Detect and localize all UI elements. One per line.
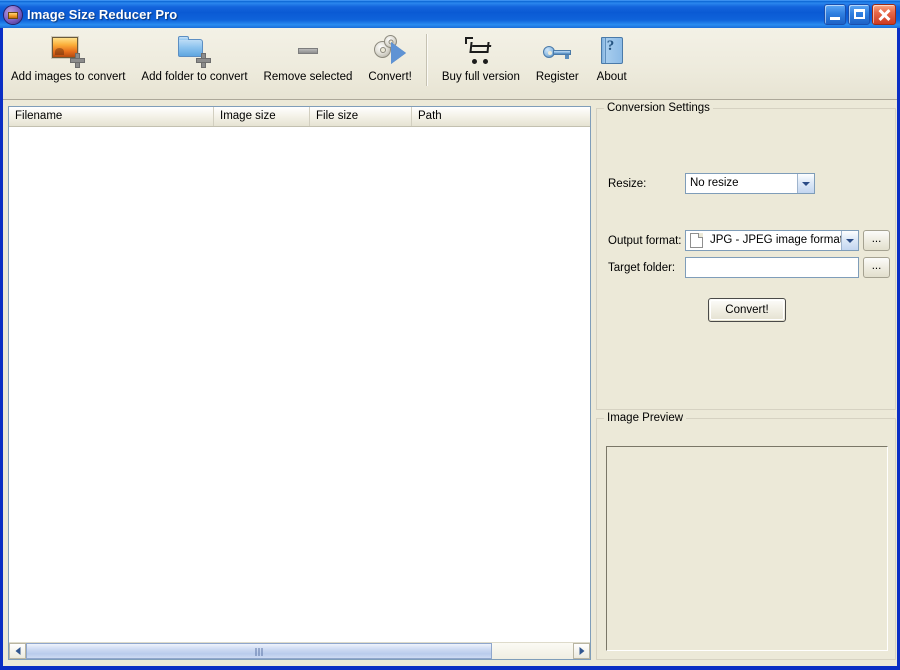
maximize-icon [849, 5, 869, 24]
column-header-file-size[interactable]: File size [310, 107, 412, 126]
client-area: Add images to convert Add folder to conv… [3, 28, 897, 666]
image-preview-group: Image Preview [596, 412, 896, 660]
toolbar-label-register: Register [535, 71, 579, 83]
toolbar-label-add-images: Add images to convert [11, 71, 126, 83]
image-preview-title: Image Preview [604, 412, 687, 425]
output-format-label: Output format: [608, 235, 682, 247]
help-book-icon: ? [595, 34, 629, 68]
file-list-body[interactable] [9, 127, 590, 642]
main-toolbar: Add images to convert Add folder to conv… [3, 28, 897, 100]
chevron-down-icon[interactable] [797, 174, 814, 193]
file-list-panel[interactable]: Filename Image size File size Path [8, 106, 591, 660]
resize-label: Resize: [608, 178, 647, 190]
file-list-horizontal-scrollbar[interactable] [9, 642, 590, 659]
toolbar-button-about[interactable]: ? About [587, 28, 637, 102]
toolbar-button-remove-selected[interactable]: Remove selected [256, 28, 361, 102]
window-title: Image Size Reducer Pro [27, 7, 178, 22]
scroll-right-arrow-icon[interactable] [573, 643, 590, 659]
output-format-combobox[interactable]: JPG - JPEG image format [685, 230, 859, 251]
scrollbar-track[interactable] [26, 643, 573, 659]
gears-convert-icon [373, 34, 407, 68]
toolbar-label-about: About [596, 71, 627, 83]
target-folder-input[interactable] [685, 257, 859, 278]
toolbar-separator [425, 34, 428, 86]
toolbar-button-buy-full-version[interactable]: Buy full version [434, 28, 528, 102]
toolbar-button-add-folder[interactable]: Add folder to convert [133, 28, 255, 102]
toolbar-button-convert[interactable]: Convert! [360, 28, 419, 102]
toolbar-label-convert: Convert! [368, 71, 412, 83]
document-icon [690, 233, 703, 248]
title-bar: Image Size Reducer Pro [0, 0, 900, 28]
conversion-settings-group: Conversion Settings Resize: No resize Ou… [596, 102, 896, 410]
column-header-filename[interactable]: Filename [9, 107, 214, 126]
window-controls [824, 4, 896, 25]
shopping-cart-icon [464, 34, 498, 68]
key-icon [540, 34, 574, 68]
target-folder-label: Target folder: [608, 262, 676, 274]
toolbar-button-add-images[interactable]: Add images to convert [3, 28, 133, 102]
minimize-button[interactable] [824, 4, 846, 25]
scroll-left-arrow-icon[interactable] [9, 643, 26, 659]
resize-value: No resize [690, 177, 739, 189]
toolbar-label-remove-selected: Remove selected [263, 71, 353, 83]
scrollbar-thumb[interactable] [26, 643, 492, 659]
image-preview-area[interactable] [606, 446, 888, 651]
remove-icon [291, 34, 325, 68]
convert-button[interactable]: Convert! [708, 298, 786, 322]
resize-combobox[interactable]: No resize [685, 173, 815, 194]
toolbar-label-add-folder: Add folder to convert [141, 71, 248, 83]
app-image-icon [4, 5, 22, 24]
maximize-button[interactable] [848, 4, 870, 25]
close-button[interactable] [872, 4, 896, 25]
add-image-icon [51, 34, 86, 68]
target-folder-browse-button[interactable]: ... [863, 257, 890, 278]
output-format-value: JPG - JPEG image format [710, 234, 841, 246]
close-icon [873, 5, 895, 24]
output-format-browse-button[interactable]: ... [863, 230, 890, 251]
toolbar-button-register[interactable]: Register [528, 28, 587, 102]
minimize-icon [825, 5, 845, 24]
add-folder-icon [177, 34, 212, 68]
application-window: Image Size Reducer Pro Add images to con… [0, 0, 900, 670]
toolbar-label-buy-full-version: Buy full version [441, 71, 520, 83]
conversion-settings-title: Conversion Settings [604, 102, 713, 115]
chevron-down-icon[interactable] [841, 231, 858, 250]
column-header-path[interactable]: Path [412, 107, 590, 126]
file-list-header: Filename Image size File size Path [9, 107, 590, 127]
column-header-image-size[interactable]: Image size [214, 107, 310, 126]
